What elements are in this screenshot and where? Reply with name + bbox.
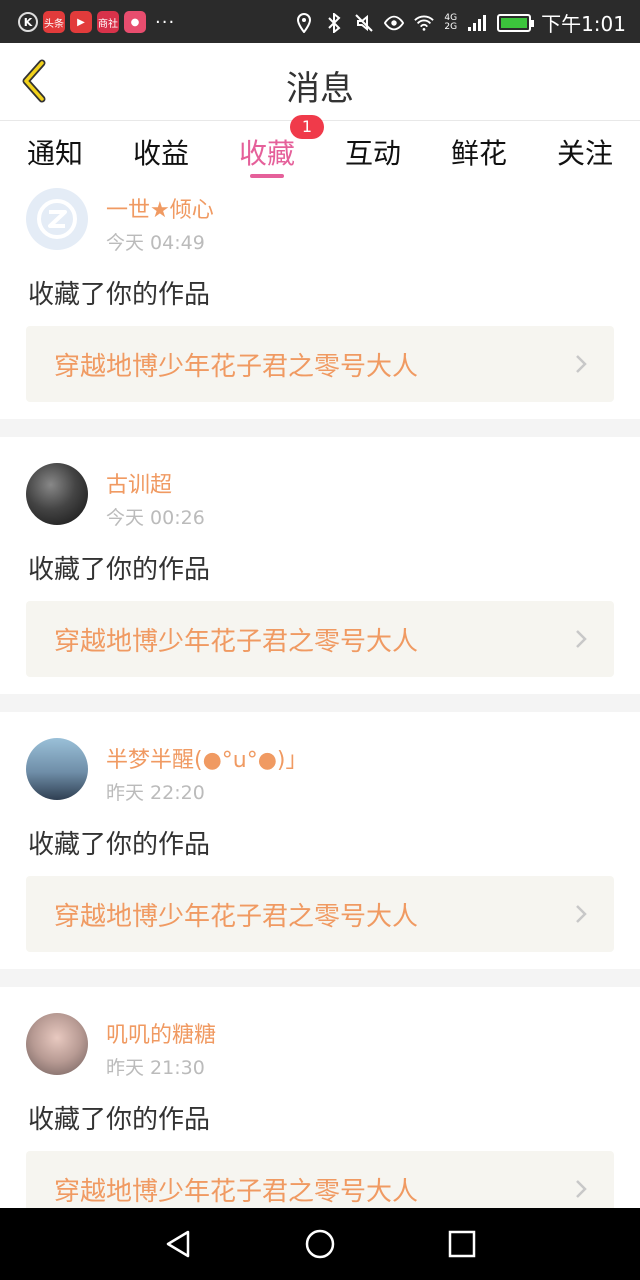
avatar[interactable] bbox=[26, 463, 88, 525]
user-name[interactable]: 叽叽的糖糖 bbox=[106, 1017, 216, 1049]
notification-icons: K 头条 ▶ 商社 ● ··· bbox=[18, 11, 175, 33]
user-name[interactable]: 古训超 bbox=[106, 467, 172, 499]
action-text: 收藏了你的作品 bbox=[28, 280, 211, 310]
chevron-right-icon bbox=[576, 630, 587, 648]
work-title: 穿越地博少年花子君之零号大人 bbox=[54, 352, 419, 382]
more-notifications-icon: ··· bbox=[155, 11, 176, 33]
divider bbox=[0, 419, 640, 437]
home-nav-icon[interactable] bbox=[304, 1228, 336, 1260]
list-item: 叽叽的糖糖 昨天 21:30 收藏了你的作品 穿越地博少年花子君之零号大人 bbox=[0, 987, 640, 1208]
work-title: 穿越地博少年花子君之零号大人 bbox=[54, 627, 419, 657]
shop-icon: 商社 bbox=[97, 11, 119, 33]
toutiao-icon: 头条 bbox=[43, 11, 65, 33]
tab-interactions[interactable]: 互动 bbox=[323, 132, 423, 172]
mute-icon bbox=[354, 12, 374, 34]
system-nav-bar bbox=[0, 1208, 640, 1280]
system-icons: 4G 2G 下午1:01 bbox=[294, 8, 626, 37]
work-title: 穿越地博少年花子君之零号大人 bbox=[54, 902, 419, 932]
action-text: 收藏了你的作品 bbox=[28, 1105, 211, 1135]
action-text: 收藏了你的作品 bbox=[28, 830, 211, 860]
eye-icon bbox=[384, 12, 405, 34]
recents-nav-icon[interactable] bbox=[446, 1228, 478, 1260]
list-item: 古训超 今天 00:26 收藏了你的作品 穿越地博少年花子君之零号大人 bbox=[0, 437, 640, 694]
action-text: 收藏了你的作品 bbox=[28, 555, 211, 585]
k-app-icon: K bbox=[18, 12, 38, 32]
message-list: 一世★倾心 今天 04:49 收藏了你的作品 穿越地博少年花子君之零号大人 古训… bbox=[0, 184, 640, 1208]
work-card[interactable]: 穿越地博少年花子君之零号大人 bbox=[26, 326, 614, 402]
user-name[interactable]: 一世★倾心 bbox=[106, 192, 214, 224]
tab-notifications[interactable]: 通知 bbox=[5, 132, 105, 172]
list-item: 半梦半醒(●°u°●)」 昨天 22:20 收藏了你的作品 穿越地博少年花子君之… bbox=[0, 712, 640, 969]
header: 消息 bbox=[0, 43, 640, 121]
active-tab-indicator bbox=[250, 174, 284, 178]
page-title: 消息 bbox=[286, 69, 354, 109]
avatar[interactable] bbox=[26, 1013, 88, 1075]
chat-icon: ● bbox=[124, 11, 146, 33]
timestamp: 今天 04:49 bbox=[106, 232, 205, 254]
clock: 下午1:01 bbox=[541, 12, 626, 36]
tab-flowers[interactable]: 鲜花 bbox=[429, 132, 529, 172]
chevron-right-icon bbox=[576, 1180, 587, 1198]
battery-icon bbox=[497, 13, 535, 32]
avatar[interactable] bbox=[26, 738, 88, 800]
list-item: 一世★倾心 今天 04:49 收藏了你的作品 穿越地博少年花子君之零号大人 bbox=[0, 184, 640, 419]
wifi-icon bbox=[414, 12, 435, 34]
timestamp: 今天 00:26 bbox=[106, 507, 205, 529]
tab-following[interactable]: 关注 bbox=[535, 132, 635, 172]
video-icon: ▶ bbox=[70, 11, 92, 33]
user-name[interactable]: 半梦半醒(●°u°●)」 bbox=[106, 742, 308, 774]
location-icon bbox=[294, 12, 314, 34]
chevron-right-icon bbox=[576, 355, 587, 373]
divider bbox=[0, 694, 640, 712]
status-bar: K 头条 ▶ 商社 ● ··· 4G 2G 下午1:01 bbox=[0, 0, 640, 43]
work-title: 穿越地博少年花子君之零号大人 bbox=[54, 1177, 419, 1207]
work-card[interactable]: 穿越地博少年花子君之零号大人 bbox=[26, 876, 614, 952]
work-card[interactable]: 穿越地博少年花子君之零号大人 bbox=[26, 601, 614, 677]
back-nav-icon[interactable] bbox=[162, 1228, 194, 1260]
bluetooth-icon bbox=[324, 12, 344, 34]
signal-icon bbox=[467, 12, 487, 34]
avatar[interactable] bbox=[26, 188, 88, 250]
tab-earnings[interactable]: 收益 bbox=[111, 132, 211, 172]
timestamp: 昨天 22:20 bbox=[106, 782, 205, 804]
timestamp: 昨天 21:30 bbox=[106, 1057, 205, 1079]
network-type: 4G 2G bbox=[444, 12, 458, 32]
work-card[interactable]: 穿越地博少年花子君之零号大人 bbox=[26, 1151, 614, 1208]
unread-badge: 1 bbox=[290, 115, 324, 139]
default-avatar-icon bbox=[37, 199, 77, 239]
divider bbox=[0, 969, 640, 987]
tab-bar: 通知 收益 收藏 1 互动 鲜花 关注 bbox=[0, 115, 640, 184]
chevron-right-icon bbox=[576, 905, 587, 923]
